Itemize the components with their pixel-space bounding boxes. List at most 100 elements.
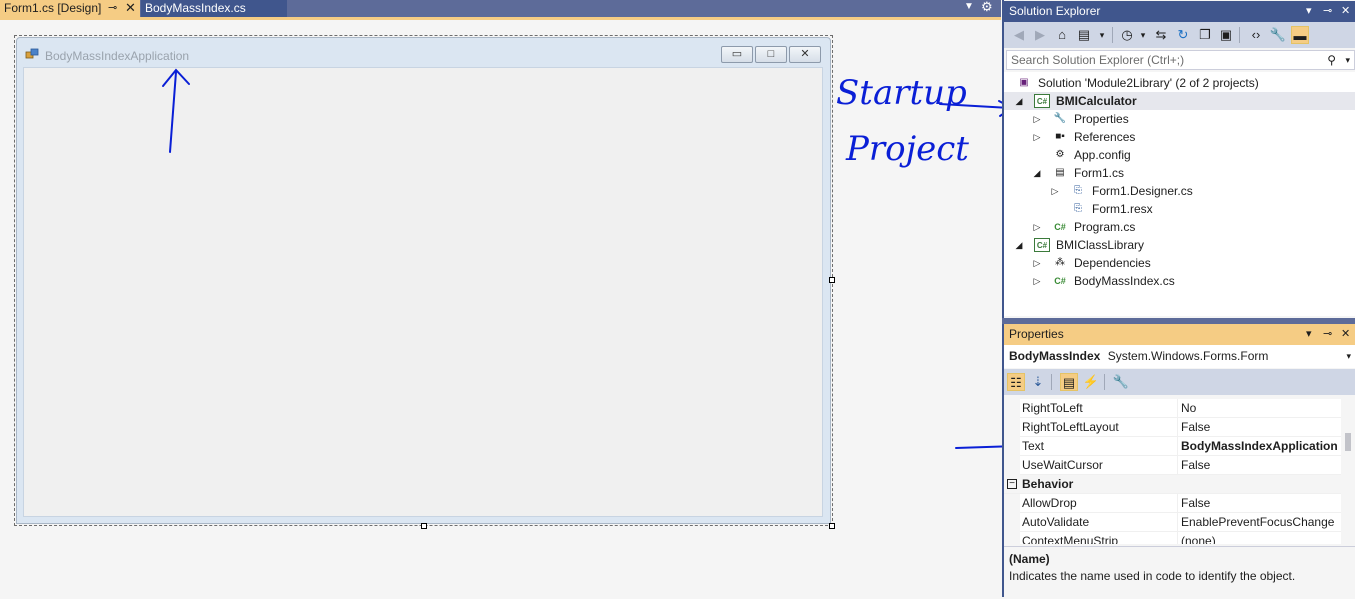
property-value[interactable]: False — [1177, 418, 1341, 437]
property-row[interactable]: UseWaitCursor False — [1004, 456, 1341, 475]
categorized-icon[interactable]: ☷ — [1007, 373, 1025, 391]
tree-node-form1[interactable]: ◢ ▤ Form1.cs — [1004, 164, 1355, 182]
description-text: Indicates the name used in code to ident… — [1009, 569, 1296, 583]
pin-icon[interactable]: ⊸ — [1323, 324, 1332, 345]
chevron-down-icon[interactable]: ▾ — [1134, 26, 1152, 44]
object-name: BodyMassIndex — [1009, 349, 1101, 363]
tree-node-label: Dependencies — [1074, 256, 1151, 270]
view-code-icon[interactable]: ‹› — [1247, 26, 1265, 44]
tree-node-references[interactable]: ▷ ■▪ References — [1004, 128, 1355, 146]
csharp-file-icon: C# — [1054, 222, 1066, 232]
tree-node-bodymassindex[interactable]: ▷ C# BodyMassIndex.cs — [1004, 272, 1355, 290]
chevron-down-icon[interactable]: ▾ — [1345, 51, 1350, 69]
property-grid-scrollbar[interactable] — [1341, 399, 1355, 544]
close-icon[interactable]: ✕ — [1341, 1, 1350, 22]
collapsed-icon[interactable]: ▷ — [1050, 182, 1060, 200]
sync-icon[interactable]: ⇆ — [1152, 26, 1170, 44]
property-row[interactable]: ContextMenuStrip (none) — [1004, 532, 1341, 544]
property-row[interactable]: AutoValidate EnablePreventFocusChange — [1004, 513, 1341, 532]
property-value[interactable]: BodyMassIndexApplication — [1177, 437, 1341, 456]
tree-node-program[interactable]: ▷ C# Program.cs — [1004, 218, 1355, 236]
expanded-icon[interactable]: ◢ — [1014, 92, 1024, 110]
collapsed-icon[interactable]: ▷ — [1032, 272, 1042, 290]
chevron-down-icon[interactable]: ▾ — [1306, 1, 1312, 22]
property-row[interactable]: RightToLeftLayout False — [1004, 418, 1341, 437]
tab-bodymassindex-cs[interactable]: BodyMassIndex.cs — [141, 0, 287, 17]
scrollbar-thumb[interactable] — [1345, 433, 1351, 451]
property-row[interactable]: Text BodyMassIndexApplication — [1004, 437, 1341, 456]
collapse-icon[interactable]: − — [1007, 479, 1017, 489]
gear-icon[interactable]: ⚙ — [981, 0, 993, 15]
form-minimize-button[interactable]: ▭ — [721, 46, 753, 63]
solution-search-input[interactable]: Search Solution Explorer (Ctrl+;) ⚲ ▾ — [1006, 50, 1355, 70]
collapsed-icon[interactable]: ▷ — [1032, 110, 1042, 128]
close-icon[interactable]: ✕ — [125, 0, 136, 16]
expanded-icon[interactable]: ◢ — [1032, 164, 1042, 182]
chevron-down-icon: ▾ — [1346, 351, 1351, 361]
preview-toggle-icon[interactable]: ▬ — [1291, 26, 1309, 44]
property-pages-icon[interactable]: 🔧 — [1112, 373, 1130, 391]
search-icon[interactable]: ⚲ — [1327, 51, 1336, 69]
row-gutter — [1004, 437, 1020, 456]
form-client-area[interactable] — [23, 67, 823, 517]
property-value[interactable]: False — [1177, 456, 1341, 475]
home-icon[interactable]: ⌂ — [1053, 26, 1071, 44]
collapsed-icon[interactable]: ▷ — [1032, 254, 1042, 272]
collapsed-icon[interactable]: ▷ — [1032, 128, 1042, 146]
expanded-icon[interactable]: ◢ — [1014, 236, 1024, 254]
tree-node-bmicalculator[interactable]: ◢ C# BMICalculator — [1004, 92, 1355, 110]
forward-icon[interactable]: ▶ — [1031, 26, 1049, 44]
document-well: Form1.cs [Design] ⊸ ✕ BodyMassIndex.cs ▼… — [0, 0, 1001, 597]
solution-explorer-panel: Solution Explorer ▾ ⊸ ✕ ◀ ▶ ⌂ ▤ ▾ ◷ ▾ ⇆ … — [1002, 0, 1355, 318]
property-row[interactable]: AllowDrop False — [1004, 494, 1341, 513]
refresh-icon[interactable]: ↻ — [1174, 26, 1192, 44]
tree-node-solution[interactable]: ▣ Solution 'Module2Library' (2 of 2 proj… — [1004, 74, 1355, 92]
tree-node-label: Solution 'Module2Library' (2 of 2 projec… — [1038, 76, 1259, 90]
tab-form1-design[interactable]: Form1.cs [Design] ⊸ ✕ — [0, 0, 140, 17]
events-icon[interactable]: ⚡ — [1082, 373, 1100, 391]
resize-handle-corner[interactable] — [829, 523, 835, 529]
collapse-all-icon[interactable]: ❐ — [1196, 26, 1214, 44]
property-value[interactable]: False — [1177, 494, 1341, 513]
form-close-button[interactable]: ✕ — [789, 46, 821, 63]
property-value[interactable]: EnablePreventFocusChange — [1177, 513, 1341, 532]
property-name: AutoValidate — [1022, 515, 1090, 529]
tree-node-bmiclasslibrary[interactable]: ◢ C# BMIClassLibrary — [1004, 236, 1355, 254]
show-all-files-icon[interactable]: ▣ — [1217, 26, 1235, 44]
resize-handle-bottom[interactable] — [421, 523, 427, 529]
pin-icon[interactable]: ⊸ — [108, 0, 117, 17]
form-maximize-button[interactable]: □ — [755, 46, 787, 63]
tree-node-label: BodyMassIndex.cs — [1074, 274, 1175, 288]
form-icon: ▤ — [1055, 167, 1065, 178]
properties-view-icon[interactable]: ▤ — [1060, 373, 1078, 391]
toolbar-separator — [1051, 374, 1052, 390]
form-title: BodyMassIndexApplication — [45, 49, 190, 63]
object-selector-dropdown[interactable]: BodyMassIndex System.Windows.Forms.Form … — [1004, 345, 1355, 368]
property-row[interactable]: RightToLeft No — [1004, 399, 1341, 418]
tree-node-properties[interactable]: ▷ 🔧 Properties — [1004, 110, 1355, 128]
property-name: ContextMenuStrip — [1022, 534, 1119, 544]
resize-handle-right[interactable] — [829, 277, 835, 283]
switch-views-icon[interactable]: ▤ — [1075, 26, 1093, 44]
tree-node-form1-resx[interactable]: ⎘ Form1.resx — [1004, 200, 1355, 218]
tree-node-dependencies[interactable]: ▷ ⁂ Dependencies — [1004, 254, 1355, 272]
alphabetical-icon[interactable]: ⇣ — [1029, 373, 1047, 391]
wrench-icon[interactable]: 🔧 — [1269, 26, 1287, 44]
back-icon[interactable]: ◀ — [1010, 26, 1028, 44]
property-value[interactable]: (none) — [1177, 532, 1341, 544]
chevron-down-icon[interactable]: ▾ — [1306, 324, 1312, 345]
close-icon[interactable]: ✕ — [1341, 324, 1350, 345]
chevron-down-icon[interactable]: ▾ — [1093, 26, 1111, 44]
pin-icon[interactable]: ⊸ — [1323, 1, 1332, 22]
tree-node-app-config[interactable]: ⚙ App.config — [1004, 146, 1355, 164]
chevron-down-icon[interactable]: ▼ — [964, 1, 974, 12]
tree-node-form1-designer[interactable]: ▷ ⎘ Form1.Designer.cs — [1004, 182, 1355, 200]
property-category[interactable]: − Behavior — [1004, 475, 1341, 494]
property-name: UseWaitCursor — [1022, 458, 1103, 472]
solution-tree: ▣ Solution 'Module2Library' (2 of 2 proj… — [1004, 72, 1355, 316]
toolbar-separator — [1104, 374, 1105, 390]
property-value[interactable]: No — [1177, 399, 1341, 418]
row-gutter — [1004, 456, 1020, 475]
collapsed-icon[interactable]: ▷ — [1032, 218, 1042, 236]
category-name: Behavior — [1022, 477, 1074, 491]
